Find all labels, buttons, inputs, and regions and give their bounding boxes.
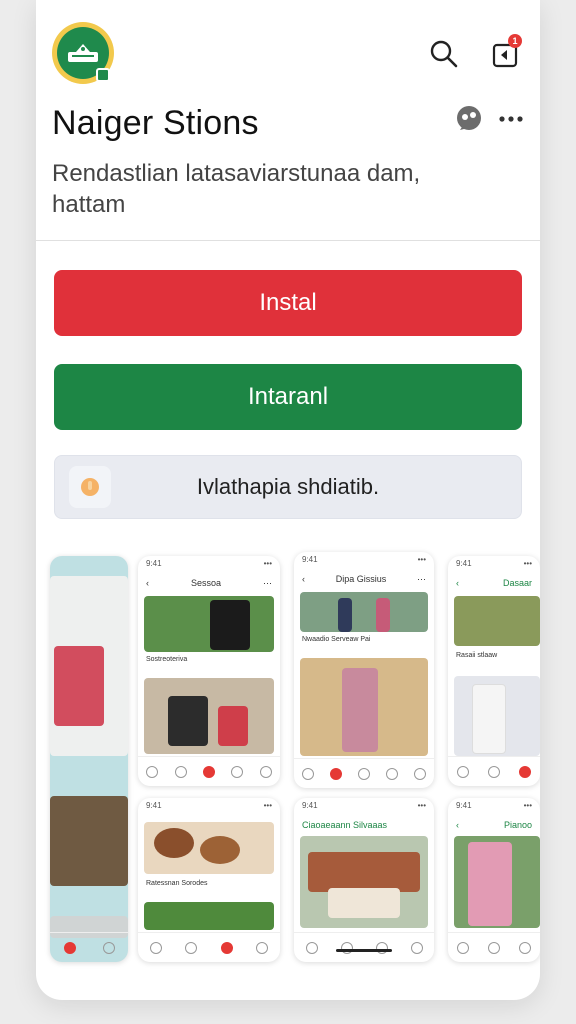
app-title: Naiger Stions [52,104,259,142]
screenshot-caption: Nwaadio Serveaw Pai [302,636,371,643]
screenshot-title: Dasaar [502,578,532,588]
screenshot-title: Sessoa [190,578,222,588]
screenshot-thumbnail[interactable]: 9:41 ••• ‹ Pianoo [448,798,540,962]
screenshot-thumbnail[interactable]: 9:41 ••• ‹ Dipa Gissius ⋯ Nwaadio Serveaw P… [294,552,434,788]
screenshot-thumbnail[interactable]: 9:41 ••• Ratessnan Sorodes [138,798,280,962]
screenshot-thumbnail[interactable]: 9:41 ••• ‹ Sessoa ⋯ Sostreoteriva [138,556,280,786]
secondary-button-label: Ivlathapia shdiatib. [196,474,380,499]
screenshot-thumbnail[interactable]: 9:41 ••• ‹ Dasaar Rasaii stlaaw [448,556,540,786]
search-icon [430,40,458,68]
notifications-button[interactable]: 1 [486,34,526,74]
chat-icon[interactable] [454,104,484,134]
app-detail-page: 1 Naiger Stions Rendastlian latasaviarst… [36,0,540,1000]
app-logo-icon [52,22,114,84]
screenshot-thumbnail[interactable]: 9:41 ••• Ciaoaeaann Silvaaas [294,798,434,962]
screenshot-title: Ciaoaeaann Silvaaas [302,820,388,830]
internal-button[interactable]: Intaranl [54,364,522,430]
title-actions [454,104,524,134]
screenshot-caption: Ratessnan Sorodes [146,880,208,887]
screenshot-caption: Rasaii stlaaw [456,652,498,659]
secondary-button[interactable]: Ivlathapia shdiatib. [54,455,522,519]
screenshot-thumbnail[interactable] [50,556,128,962]
search-button[interactable] [424,34,464,74]
notification-count-badge: 1 [508,34,522,48]
app-description: Rendastlian latasaviarstunaa dam, hattam [52,160,421,218]
hand-icon [69,466,111,508]
install-button[interactable]: Instal [54,270,522,336]
more-options-icon[interactable] [498,114,524,124]
app-badge-icon [96,68,110,82]
divider [36,240,540,241]
screenshot-caption: Sostreoteriva [146,656,188,663]
screenshot-title: Dipa Gissius [335,574,387,584]
screenshot-title: Pianoo [503,820,532,830]
screenshot-gallery[interactable]: 9:41 ••• ‹ Sessoa ⋯ Sostreoteriva 9:41 ••• ‹… [36,552,540,972]
